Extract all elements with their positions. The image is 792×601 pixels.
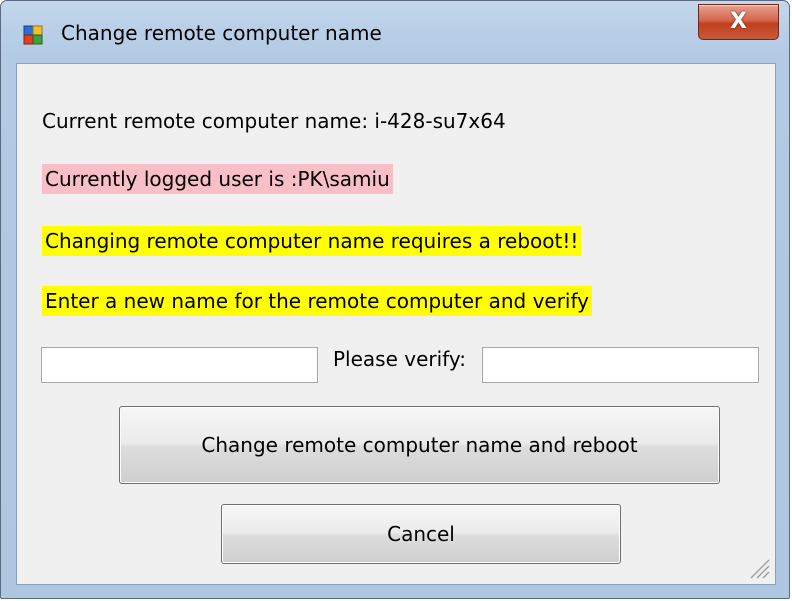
cancel-button[interactable]: Cancel — [221, 504, 621, 564]
close-button[interactable]: X — [698, 4, 779, 40]
logged-user-label: Currently logged user is :PK\samiu — [42, 164, 393, 194]
title-bar[interactable]: Change remote computer name X — [1, 1, 789, 63]
close-icon: X — [730, 9, 747, 34]
new-name-input[interactable] — [41, 347, 318, 383]
application-window-icon — [23, 25, 43, 45]
verify-label: Please verify: — [333, 347, 466, 371]
window-title: Change remote computer name — [61, 21, 382, 45]
dialog-client-area: Current remote computer name: i-428-su7x… — [16, 63, 776, 585]
reboot-warning-label: Changing remote computer name requires a… — [42, 226, 582, 256]
change-and-reboot-button[interactable]: Change remote computer name and reboot — [119, 406, 720, 484]
current-name-label: Current remote computer name: i-428-su7x… — [42, 109, 506, 133]
resize-grip-icon[interactable] — [745, 554, 771, 580]
dialog-window: Change remote computer name X Current re… — [0, 0, 790, 599]
verify-name-input[interactable] — [482, 347, 759, 383]
enter-name-instruction: Enter a new name for the remote computer… — [42, 286, 593, 316]
